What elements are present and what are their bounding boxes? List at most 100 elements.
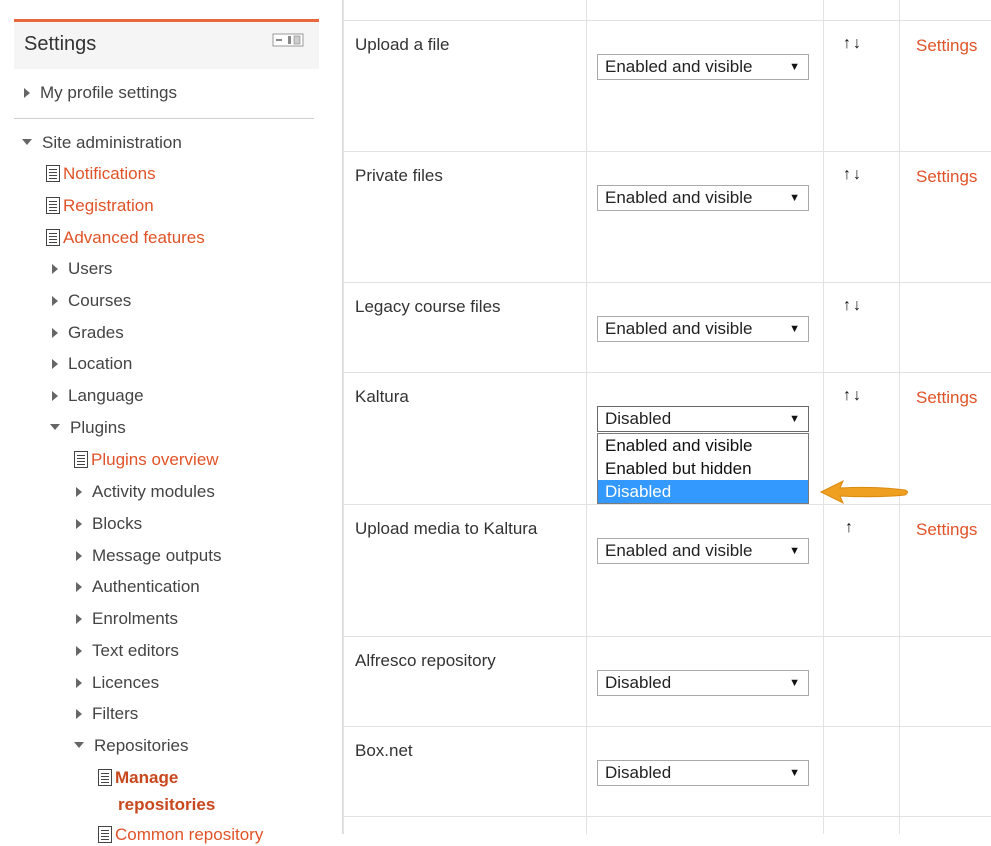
collapsed-arrow-icon xyxy=(52,327,58,338)
collapsed-arrow-icon xyxy=(52,263,58,274)
tree-label: Filters xyxy=(92,704,139,723)
dock-block-icon[interactable] xyxy=(272,32,304,48)
tree-advanced-features[interactable]: Advanced features xyxy=(46,227,205,249)
move-arrows[interactable]: ↑ xyxy=(845,519,855,537)
visibility-select-open[interactable]: Disabled ▼ xyxy=(597,406,809,432)
repo-name: Alfresco repository xyxy=(355,651,496,670)
tree-filters[interactable]: Filters xyxy=(76,703,138,725)
tree-common-repository[interactable]: Common repository xyxy=(98,824,263,846)
dropdown-option-selected[interactable]: Disabled xyxy=(598,480,808,503)
collapsed-arrow-icon xyxy=(52,295,58,306)
collapsed-arrow-icon xyxy=(24,87,30,98)
tree-plugins[interactable]: Plugins xyxy=(50,417,126,439)
tree-licences[interactable]: Licences xyxy=(76,672,159,694)
expanded-arrow-icon xyxy=(74,741,84,748)
collapsed-arrow-icon xyxy=(76,518,82,529)
tree-label: Manage xyxy=(115,768,179,787)
select-value: Disabled xyxy=(605,673,672,692)
tree-label: Text editors xyxy=(92,641,179,660)
tree-label: Blocks xyxy=(92,514,143,533)
row-divider xyxy=(343,636,991,637)
annotation-arrow-icon xyxy=(819,479,908,505)
move-arrows[interactable]: ↑↓ xyxy=(843,166,863,184)
settings-link[interactable]: Settings xyxy=(916,520,977,540)
column-divider xyxy=(899,0,900,834)
document-icon xyxy=(46,197,60,215)
visibility-select[interactable]: Disabled ▼ xyxy=(597,670,809,696)
move-arrows[interactable]: ↑↓ xyxy=(843,35,863,53)
tree-registration[interactable]: Registration xyxy=(46,195,154,217)
tree-label: Courses xyxy=(68,291,132,310)
tree-label: Registration xyxy=(63,196,154,215)
collapsed-arrow-icon xyxy=(76,677,82,688)
tree-label: Licences xyxy=(92,673,160,692)
tree-language[interactable]: Language xyxy=(52,385,144,407)
repo-name: Legacy course files xyxy=(355,297,501,316)
tree-enrolments[interactable]: Enrolments xyxy=(76,608,178,630)
tree-label: repositories xyxy=(118,795,216,814)
document-icon xyxy=(74,451,88,469)
visibility-select[interactable]: Enabled and visible ▼ xyxy=(597,316,809,342)
row-divider xyxy=(343,372,991,373)
tree-label: My profile settings xyxy=(40,83,177,102)
document-icon xyxy=(46,165,60,183)
visibility-select[interactable]: Enabled and visible ▼ xyxy=(597,185,809,211)
collapsed-arrow-icon xyxy=(52,390,58,401)
row-divider xyxy=(343,726,991,727)
tree-label: Common repository xyxy=(115,825,264,844)
repo-name: Upload media to Kaltura xyxy=(355,519,538,538)
tree-label: Enrolments xyxy=(92,609,178,628)
document-icon xyxy=(98,826,112,844)
tree-message-outputs[interactable]: Message outputs xyxy=(76,545,221,567)
tree-grades[interactable]: Grades xyxy=(52,322,124,344)
visibility-select[interactable]: Disabled ▼ xyxy=(597,760,809,786)
collapsed-arrow-icon xyxy=(76,581,82,592)
tree-label: Notifications xyxy=(63,164,156,183)
move-arrows[interactable]: ↑↓ xyxy=(843,297,863,315)
select-value: Disabled xyxy=(605,409,672,428)
tree-site-administration[interactable]: Site administration xyxy=(22,132,182,154)
tree-label: Plugins overview xyxy=(91,450,219,469)
settings-link[interactable]: Settings xyxy=(916,36,977,56)
select-value: Enabled and visible xyxy=(605,188,753,207)
tree-notifications[interactable]: Notifications xyxy=(46,163,156,185)
collapsed-arrow-icon xyxy=(76,486,82,497)
tree-blocks[interactable]: Blocks xyxy=(76,513,142,535)
move-arrows[interactable]: ↑↓ xyxy=(843,387,863,405)
tree-repositories[interactable]: Repositories xyxy=(74,735,189,757)
select-value: Enabled and visible xyxy=(605,319,753,338)
collapsed-arrow-icon xyxy=(76,708,82,719)
tree-label: Location xyxy=(68,354,133,373)
dropdown-option[interactable]: Enabled and visible xyxy=(598,434,808,457)
dropdown-caret-icon: ▼ xyxy=(789,61,800,73)
collapsed-arrow-icon xyxy=(76,550,82,561)
settings-link[interactable]: Settings xyxy=(916,388,977,408)
dropdown-caret-icon: ▼ xyxy=(789,677,800,689)
tree-authentication[interactable]: Authentication xyxy=(76,576,200,598)
collapsed-arrow-icon xyxy=(76,645,82,656)
document-icon xyxy=(46,229,60,247)
tree-activity-modules[interactable]: Activity modules xyxy=(76,481,215,503)
visibility-select[interactable]: Enabled and visible ▼ xyxy=(597,54,809,80)
dropdown-option[interactable]: Enabled but hidden xyxy=(598,457,808,480)
settings-link[interactable]: Settings xyxy=(916,167,977,187)
repo-name: Private files xyxy=(355,166,443,185)
tree-text-editors[interactable]: Text editors xyxy=(76,640,179,662)
column-divider xyxy=(823,0,824,834)
tree-manage-repositories[interactable]: Manage xyxy=(98,767,178,789)
tree-plugins-overview[interactable]: Plugins overview xyxy=(74,449,219,471)
dropdown-options-list: Enabled and visible Enabled but hidden D… xyxy=(597,433,809,504)
settings-sidebar: Settings My profile settings Site admini… xyxy=(0,0,343,844)
tree-label: Advanced features xyxy=(63,228,205,247)
tree-manage-repositories-line2[interactable]: repositories xyxy=(118,794,215,816)
tree-location[interactable]: Location xyxy=(52,353,132,375)
visibility-select[interactable]: Enabled and visible ▼ xyxy=(597,538,809,564)
document-icon xyxy=(98,769,112,787)
tree-label: Activity modules xyxy=(92,482,215,501)
tree-label: Site administration xyxy=(42,133,182,152)
expanded-arrow-icon xyxy=(50,423,60,430)
dropdown-caret-icon: ▼ xyxy=(789,192,800,204)
tree-courses[interactable]: Courses xyxy=(52,290,131,312)
tree-users[interactable]: Users xyxy=(52,258,112,280)
tree-my-profile-settings[interactable]: My profile settings xyxy=(24,82,177,104)
